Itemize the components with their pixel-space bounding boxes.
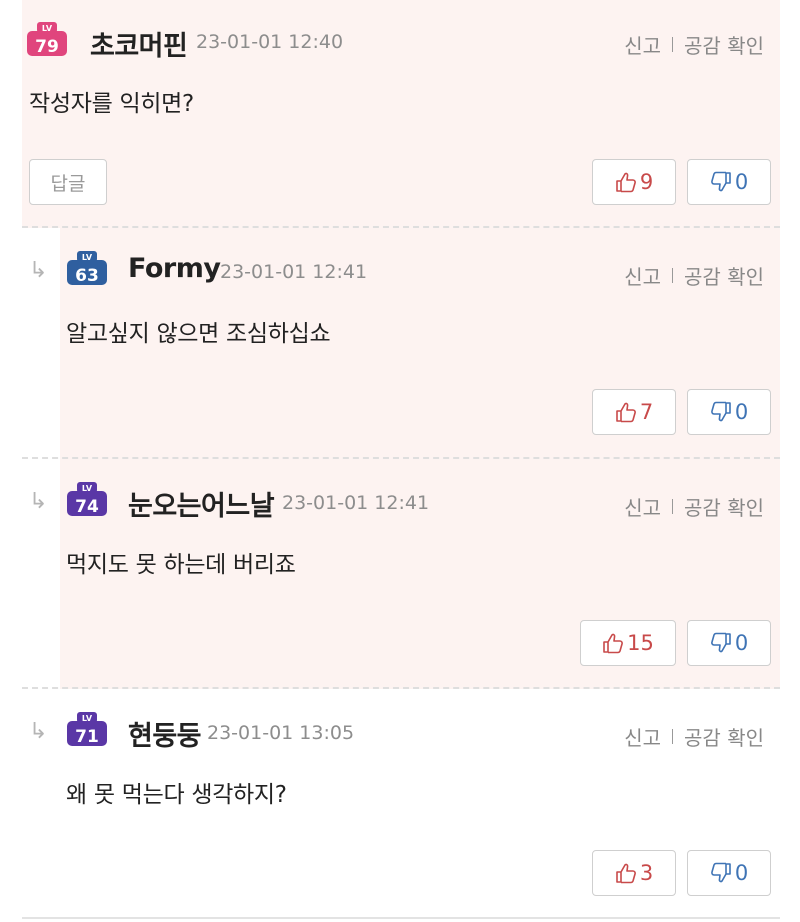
comment-body: 먹지도 못 하는데 버리죠 [66,552,296,578]
report-link[interactable]: 신고 [624,261,661,290]
level-number: 79 [35,37,59,57]
level-badge-lv: LV [82,484,93,493]
level-number: 74 [75,497,99,517]
downvote-count: 0 [734,861,749,885]
report-link[interactable]: 신고 [624,492,661,521]
level-badge-lv: LV [82,714,93,723]
downvote-button[interactable]: 0 [687,159,771,205]
level-badge-icon: LV 74 [67,482,107,517]
meta-divider [672,499,674,514]
comment-item: LV 79 초코머핀 23-01-01 12:40 신고 공감 확인 작성자를 … [0,0,800,228]
meta-divider [672,268,674,283]
level-badge-icon: LV 63 [67,251,107,286]
thumbs-up-icon [616,172,636,193]
downvote-count: 0 [734,170,749,194]
comment-body: 작성자를 익히면? [29,91,194,117]
reply-comment-item: ↳ LV 74 눈오는어느날 23-01-01 12:41 신고 공감 확인 먹… [0,459,800,689]
meta-divider [672,729,674,744]
thumbs-up-icon [616,402,636,423]
comment-nickname[interactable]: 현둥둥 [128,714,202,753]
comment-actions: 신고 공감 확인 [624,261,764,290]
comment-nickname[interactable]: 눈오는어느날 [128,484,275,523]
comment-date: 23-01-01 13:05 [207,722,355,744]
level-number: 71 [75,727,99,747]
thumbs-up-icon [603,633,624,654]
comment-body: 알고싶지 않으면 조심하십쇼 [66,321,331,347]
upvote-count: 15 [627,631,654,655]
downvote-count: 0 [734,631,749,655]
thumbs-down-icon [710,632,731,653]
level-badge-icon: LV 71 [67,712,107,747]
comment-nickname[interactable]: 초코머핀 [90,24,188,63]
reply-arrow-icon: ↳ [29,719,48,744]
upvote-button[interactable]: 7 [592,389,676,435]
reply-button[interactable]: 답글 [29,159,107,205]
report-link[interactable]: 신고 [624,30,661,59]
comment-actions: 신고 공감 확인 [624,722,764,751]
comment-date: 23-01-01 12:41 [282,492,430,514]
sympathy-check-link[interactable]: 공감 확인 [684,30,764,59]
comment-body: 왜 못 먹는다 생각하지? [66,782,287,808]
upvote-count: 9 [639,170,654,194]
downvote-button[interactable]: 0 [687,620,771,666]
level-number: 63 [75,266,99,286]
comment-actions: 신고 공감 확인 [624,30,764,59]
upvote-count: 7 [639,400,654,424]
reply-comment-item: ↳ LV 71 현둥둥 23-01-01 13:05 신고 공감 확인 왜 못 … [0,689,800,919]
thumbs-down-icon [710,401,731,422]
sympathy-check-link[interactable]: 공감 확인 [684,492,764,521]
reply-arrow-icon: ↳ [29,258,48,283]
comment-nickname[interactable]: Formy [128,253,221,284]
level-badge-lv: LV [42,24,53,33]
level-badge-lv: LV [82,253,93,262]
upvote-button[interactable]: 15 [580,620,676,666]
downvote-button[interactable]: 0 [687,850,771,896]
upvote-count: 3 [639,861,654,885]
upvote-button[interactable]: 9 [592,159,676,205]
comment-date: 23-01-01 12:40 [196,31,344,53]
reply-arrow-icon: ↳ [29,489,48,514]
reply-comment-item: ↳ LV 63 Formy 23-01-01 12:41 신고 공감 확인 알고… [0,228,800,459]
sympathy-check-link[interactable]: 공감 확인 [684,722,764,751]
downvote-button[interactable]: 0 [687,389,771,435]
level-badge-icon: LV 79 [27,22,67,57]
thumbs-down-icon [710,862,731,883]
downvote-count: 0 [734,400,749,424]
sympathy-check-link[interactable]: 공감 확인 [684,261,764,290]
comment-divider [22,917,780,919]
upvote-button[interactable]: 3 [592,850,676,896]
thumbs-up-icon [616,863,636,884]
meta-divider [672,37,674,52]
report-link[interactable]: 신고 [624,722,661,751]
comment-date: 23-01-01 12:41 [220,261,368,283]
comment-actions: 신고 공감 확인 [624,492,764,521]
thumbs-down-icon [710,171,731,192]
